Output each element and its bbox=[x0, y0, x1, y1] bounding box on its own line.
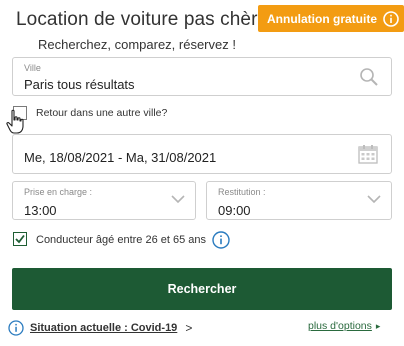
search-icon[interactable] bbox=[359, 67, 379, 87]
chevron-right-icon: > bbox=[185, 321, 193, 335]
pickup-time-select[interactable]: Prise en charge : 13:00 bbox=[12, 181, 196, 220]
chevron-down-icon bbox=[367, 195, 381, 204]
page-title: Location de voiture pas chère bbox=[16, 9, 269, 30]
date-range-value: Me, 18/08/2021 - Ma, 31/08/2021 bbox=[24, 150, 217, 165]
covid-info[interactable]: Situation actuelle : Covid-19 > bbox=[8, 320, 192, 336]
chevron-down-icon bbox=[171, 195, 185, 204]
dropoff-time-label: Restitution : bbox=[218, 187, 266, 197]
more-options[interactable]: plus d'options ▸ bbox=[308, 320, 380, 332]
city-field[interactable]: Ville Paris tous résultats bbox=[12, 57, 392, 96]
city-field-label: Ville bbox=[24, 63, 41, 73]
calendar-icon[interactable] bbox=[358, 144, 378, 164]
page-subtitle: Recherchez, comparez, réservez ! bbox=[38, 37, 236, 52]
more-options-link[interactable]: plus d'options bbox=[308, 320, 372, 332]
city-field-value: Paris tous résultats bbox=[24, 77, 135, 92]
badge-label: Annulation gratuite bbox=[267, 11, 377, 26]
checkmark-icon bbox=[15, 234, 25, 244]
covid-situation-link[interactable]: Situation actuelle : Covid-19 bbox=[30, 322, 177, 334]
free-cancellation-badge[interactable]: Annulation gratuite bbox=[258, 5, 404, 32]
dropoff-time-value: 09:00 bbox=[218, 203, 251, 218]
driver-age-label: Conducteur âgé entre 26 et 65 ans bbox=[36, 234, 207, 246]
search-button[interactable]: Rechercher bbox=[12, 268, 392, 310]
pickup-time-value: 13:00 bbox=[24, 203, 57, 218]
info-icon[interactable] bbox=[212, 231, 230, 249]
info-icon bbox=[8, 320, 24, 336]
date-range-field[interactable]: Me, 18/08/2021 - Ma, 31/08/2021 bbox=[12, 134, 392, 174]
info-icon bbox=[383, 10, 399, 27]
caret-right-icon: ▸ bbox=[375, 320, 381, 331]
hand-cursor-icon bbox=[6, 109, 24, 134]
pickup-time-label: Prise en charge : bbox=[24, 187, 93, 197]
dropoff-time-select[interactable]: Restitution : 09:00 bbox=[206, 181, 392, 220]
return-other-city-label: Retour dans une autre ville? bbox=[36, 107, 168, 119]
driver-age-checkbox[interactable] bbox=[13, 232, 27, 246]
